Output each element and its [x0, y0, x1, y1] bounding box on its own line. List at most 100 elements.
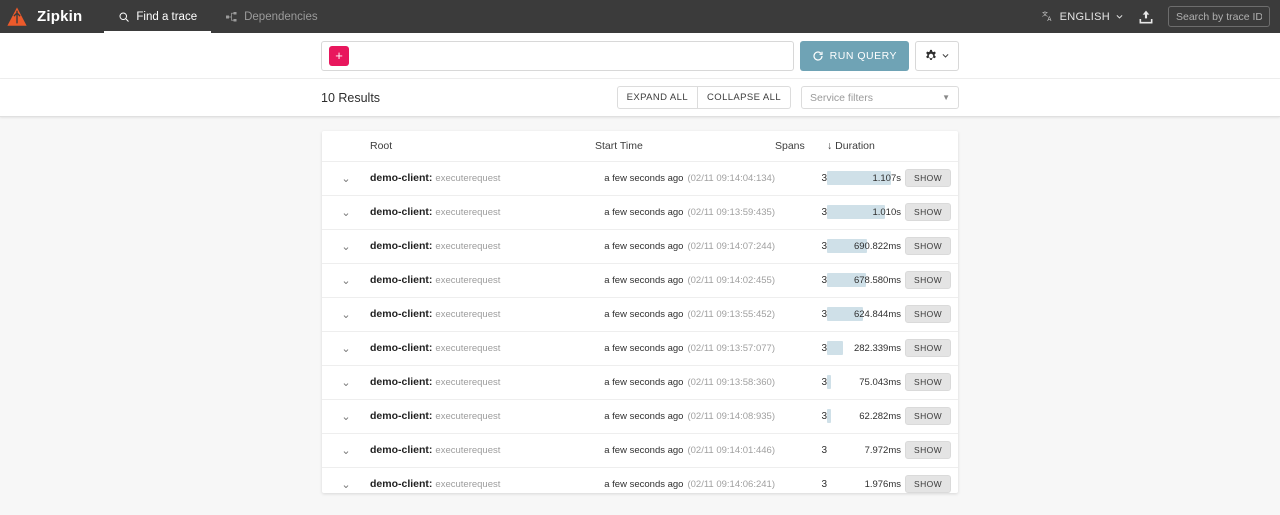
show-trace-button[interactable]: SHOW	[905, 169, 952, 187]
start-time-column-header[interactable]: Start Time	[595, 131, 775, 161]
root-cell: demo-client: executerequest	[370, 466, 595, 493]
add-criterion-button[interactable]: +	[329, 45, 349, 66]
dependencies-icon	[226, 11, 237, 21]
table-row[interactable]: ⌄ demo-client: executerequest a few seconds…	[322, 262, 958, 297]
expand-row-cell[interactable]: ⌄	[322, 194, 370, 229]
table-row[interactable]: ⌄ demo-client: executerequest a few seconds…	[322, 364, 958, 399]
chevron-down-icon[interactable]: ⌄	[341, 308, 350, 321]
table-row[interactable]: ⌄ demo-client: executerequest a few seconds…	[322, 466, 958, 493]
chevron-down-icon[interactable]: ⌄	[341, 444, 350, 457]
results-table-head: Root Start Time Spans ↓ Duration	[322, 131, 958, 161]
root-cell: demo-client: executerequest	[370, 262, 595, 297]
upload-icon	[1139, 10, 1153, 23]
translate-icon: 文 A	[1042, 10, 1051, 23]
relative-time: a few seconds ago	[604, 309, 684, 320]
root-cell: demo-client: executerequest	[370, 228, 595, 263]
duration-cell: 624.844ms	[827, 296, 905, 331]
root-service-name: demo-client:	[370, 410, 433, 422]
absolute-time: (02/11 09:13:58:360)	[687, 377, 775, 388]
spans-column-header[interactable]: Spans	[775, 131, 827, 161]
search-by-trace-id-input[interactable]	[1168, 6, 1270, 27]
search-criteria-field[interactable]: +	[321, 40, 794, 71]
zipkin-logo-icon[interactable]	[0, 0, 33, 33]
expand-all-button[interactable]: EXPAND ALL	[616, 86, 699, 109]
root-span-name: executerequest	[435, 411, 501, 422]
show-trace-button[interactable]: SHOW	[905, 237, 952, 255]
root-service-name: demo-client:	[370, 342, 433, 354]
chevron-down-icon[interactable]: ⌄	[341, 410, 350, 423]
table-header-row: Root Start Time Spans ↓ Duration	[322, 131, 958, 161]
show-cell: SHOW	[905, 228, 958, 263]
collapse-all-button[interactable]: COLLAPSE ALL	[698, 86, 791, 109]
arrow-down-icon: ↓	[827, 139, 833, 152]
absolute-time: (02/11 09:14:07:244)	[687, 241, 775, 252]
expand-row-cell[interactable]: ⌄	[322, 364, 370, 399]
query-settings-button[interactable]	[915, 40, 959, 71]
expand-row-cell[interactable]: ⌄	[322, 330, 370, 365]
chevron-down-icon[interactable]: ⌄	[341, 240, 350, 253]
chevron-down-icon[interactable]: ⌄	[341, 274, 350, 287]
run-query-button[interactable]: RUN QUERY	[799, 40, 909, 71]
show-trace-button[interactable]: SHOW	[905, 339, 952, 357]
show-cell: SHOW	[905, 262, 958, 297]
expand-row-cell[interactable]: ⌄	[322, 228, 370, 263]
chevron-down-icon: ▼	[942, 93, 950, 102]
expand-row-cell[interactable]: ⌄	[322, 432, 370, 467]
table-row[interactable]: ⌄ demo-client: executerequest a few seconds…	[322, 398, 958, 433]
root-service-name: demo-client:	[370, 274, 433, 286]
chevron-down-icon[interactable]: ⌄	[341, 478, 350, 491]
relative-time: a few seconds ago	[604, 207, 684, 218]
expand-row-cell[interactable]: ⌄	[322, 160, 370, 195]
table-row[interactable]: ⌄ demo-client: executerequest a few seconds…	[322, 296, 958, 331]
table-row[interactable]: ⌄ demo-client: executerequest a few seconds…	[322, 432, 958, 467]
results-toolbar: 10 Results EXPAND ALL COLLAPSE ALL Servi…	[0, 79, 1280, 117]
expand-row-cell[interactable]: ⌄	[322, 466, 370, 493]
upload-trace-button[interactable]	[1138, 9, 1154, 25]
duration-column-header[interactable]: ↓ Duration	[827, 131, 905, 161]
language-selector[interactable]: 文 A ENGLISH	[1042, 10, 1124, 23]
tab-dependencies[interactable]: Dependencies	[211, 0, 332, 33]
start-time-cell: a few seconds ago (02/11 09:14:02:455)	[595, 262, 775, 297]
duration-wrapper: 1.107s	[827, 162, 905, 195]
chevron-down-icon[interactable]: ⌄	[341, 376, 350, 389]
show-trace-button[interactable]: SHOW	[905, 441, 952, 459]
absolute-time: (02/11 09:14:04:134)	[687, 173, 775, 184]
table-row[interactable]: ⌄ demo-client: executerequest a few seconds…	[322, 194, 958, 229]
show-trace-button[interactable]: SHOW	[905, 203, 952, 221]
show-trace-button[interactable]: SHOW	[905, 305, 952, 323]
show-trace-button[interactable]: SHOW	[905, 373, 952, 391]
show-trace-button[interactable]: SHOW	[905, 271, 952, 289]
chevron-down-icon[interactable]: ⌄	[341, 206, 350, 219]
chevron-down-icon[interactable]: ⌄	[341, 342, 350, 355]
table-row[interactable]: ⌄ demo-client: executerequest a few seconds…	[322, 330, 958, 365]
tab-find-a-trace[interactable]: Find a trace	[104, 0, 211, 33]
expand-row-cell[interactable]: ⌄	[322, 398, 370, 433]
spans-cell: 3	[775, 228, 827, 263]
spans-cell: 3	[775, 160, 827, 195]
root-service-name: demo-client:	[370, 376, 433, 388]
duration-wrapper: 1.010s	[827, 196, 905, 229]
show-cell: SHOW	[905, 432, 958, 467]
table-row[interactable]: ⌄ demo-client: executerequest a few seconds…	[322, 228, 958, 263]
duration-value: 1.107s	[872, 172, 901, 184]
spans-cell: 3	[775, 262, 827, 297]
service-filters-select[interactable]: Service filters ▼	[801, 86, 959, 109]
language-label: ENGLISH	[1059, 10, 1110, 23]
tab-dependencies-label: Dependencies	[244, 10, 318, 23]
show-trace-button[interactable]: SHOW	[905, 407, 952, 425]
gear-icon	[926, 49, 936, 60]
show-cell: SHOW	[905, 364, 958, 399]
show-trace-button[interactable]: SHOW	[905, 475, 952, 493]
start-time-cell: a few seconds ago (02/11 09:14:07:244)	[595, 228, 775, 263]
expand-row-cell[interactable]: ⌄	[322, 296, 370, 331]
expand-row-cell[interactable]: ⌄	[322, 262, 370, 297]
results-toolbar-inner: 10 Results EXPAND ALL COLLAPSE ALL Servi…	[321, 86, 959, 109]
svg-text:A: A	[1047, 17, 1051, 23]
show-cell: SHOW	[905, 466, 958, 493]
start-time-cell: a few seconds ago (02/11 09:13:58:360)	[595, 364, 775, 399]
chevron-down-icon[interactable]: ⌄	[341, 172, 350, 185]
table-row[interactable]: ⌄ demo-client: executerequest a few seconds…	[322, 160, 958, 195]
relative-time: a few seconds ago	[604, 377, 684, 388]
relative-time: a few seconds ago	[604, 275, 684, 286]
absolute-time: (02/11 09:13:59:435)	[687, 207, 775, 218]
